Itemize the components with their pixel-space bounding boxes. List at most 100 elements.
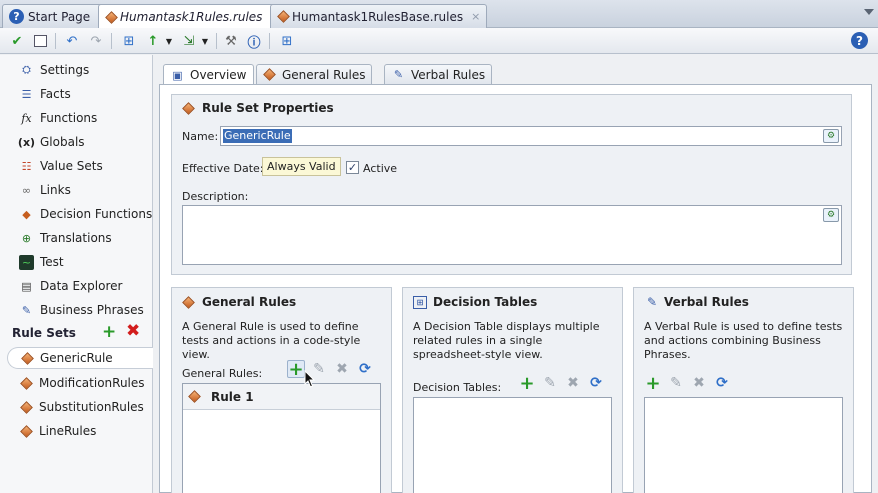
expression-builder-icon[interactable]: ⚙: [823, 129, 839, 143]
delete-ruleset-x-icon[interactable]: ✖: [126, 323, 140, 340]
tab-general-rules[interactable]: General Rules: [256, 64, 373, 84]
sidebar-item-settings[interactable]: ⛭ Settings: [19, 60, 89, 80]
active-checkbox[interactable]: ✓: [346, 161, 359, 174]
panel-title-text: Decision Tables: [433, 295, 538, 309]
redo-icon[interactable]: ↷: [87, 32, 105, 50]
sidebar-item-test[interactable]: ~ Test: [19, 252, 64, 272]
ruleset-icon: [20, 424, 33, 438]
sidebar-item-label: Settings: [40, 63, 90, 77]
tab-label: General Rules: [282, 67, 366, 82]
general-rules-actions: + ✎ ✖ ⟳: [287, 359, 374, 380]
rule-icon: [188, 390, 201, 403]
edit-pencil-icon[interactable]: ✎: [667, 374, 685, 392]
refresh-icon[interactable]: ⟳: [587, 374, 605, 392]
valuesets-icon: ☷: [21, 159, 32, 173]
tab-verbal-rules[interactable]: ✎ Verbal Rules: [384, 64, 493, 84]
description-label: Description:: [182, 190, 249, 203]
tab-label: Start Page: [28, 9, 91, 24]
decision-tables-actions: + ✎ ✖ ⟳: [518, 373, 605, 394]
tab-label: Humantask1RulesBase.rules: [292, 9, 464, 24]
delete-x-icon[interactable]: ✖: [564, 374, 582, 392]
sidebar-item-label: Business Phrases: [40, 303, 144, 317]
add-rule-plus-icon[interactable]: +: [287, 359, 305, 380]
sidebar-item-globals[interactable]: (x) Globals: [17, 132, 85, 152]
chevron-down-icon[interactable]: ▼: [196, 32, 214, 50]
close-icon[interactable]: ×: [471, 10, 480, 23]
add-verbal-rule-plus-icon[interactable]: +: [644, 373, 662, 394]
general-rules-description: A General Rule is used to define tests a…: [182, 320, 361, 361]
effective-date-value[interactable]: Always Valid: [262, 157, 341, 176]
chevron-down-icon[interactable]: ▼: [160, 32, 178, 50]
sidebar-item-facts[interactable]: ☰ Facts: [19, 84, 71, 104]
sidebar-item-data-explorer[interactable]: ▤ Data Explorer: [19, 276, 122, 296]
name-value[interactable]: GenericRule: [223, 129, 292, 143]
ruleset-item-linerules[interactable]: LineRules: [19, 420, 96, 442]
panel-title-text: Verbal Rules: [664, 295, 749, 309]
tab-humantask1rulesbase[interactable]: Humantask1RulesBase.rules ×: [270, 4, 488, 28]
verbal-rules-actions: + ✎ ✖ ⟳: [644, 373, 731, 394]
tree-view-icon[interactable]: ⊞: [120, 32, 138, 50]
ruleset-label: GenericRule: [40, 351, 113, 365]
editor-toolbar: ✔ ↶ ↷ ⊞ ↑ ▼ ⇲ ▼ ⚒ ⓘ ⊞ ?: [0, 28, 878, 54]
globals-icon: (x): [17, 135, 36, 149]
editor-tab-bar: ? Start Page × Humantask1Rules.rules × H…: [0, 0, 878, 29]
delete-x-icon[interactable]: ✖: [333, 360, 351, 378]
decision-tables-list[interactable]: [413, 397, 612, 493]
ruleset-item-genericrule[interactable]: GenericRule: [7, 347, 153, 369]
ruleset-editor: ▣ Overview General Rules ✎ Verbal Rules …: [153, 55, 878, 493]
sidebar-item-functions[interactable]: fx Functions: [19, 108, 97, 128]
sidebar-item-label: Functions: [40, 111, 98, 125]
verbal-rule-icon: ✎: [646, 295, 658, 309]
data-explorer-icon: ▤: [21, 279, 32, 293]
edit-pencil-icon[interactable]: ✎: [541, 374, 559, 392]
sidebar-item-links[interactable]: ∞ Links: [19, 180, 71, 200]
tree-expand-icon[interactable]: ⊞: [278, 32, 296, 50]
panel-title: ✎ Verbal Rules: [644, 295, 749, 309]
expression-builder-icon[interactable]: ⚙: [823, 208, 839, 222]
refresh-icon[interactable]: ⟳: [356, 360, 374, 378]
panel-title-text: Rule Set Properties: [202, 101, 334, 115]
help-icon[interactable]: ?: [851, 32, 868, 49]
toolbar-separator: [111, 33, 112, 49]
rules-navigation-sidebar: ⛭ Settings ☰ Facts fx Functions (x) Glob…: [0, 55, 153, 493]
overview-content: Rule Set Properties Name: GenericRule ⚙ …: [159, 84, 872, 493]
ruleset-item-substitutionrules[interactable]: SubstitutionRules: [19, 396, 144, 418]
description-field[interactable]: ⚙: [182, 205, 842, 265]
ruleset-icon: [20, 400, 33, 414]
sidebar-item-translations[interactable]: ⊕ Translations: [19, 228, 112, 248]
tab-list-dropdown-icon[interactable]: [864, 9, 874, 15]
generate-report-icon[interactable]: [31, 32, 49, 50]
general-rules-list[interactable]: Rule 1: [182, 383, 381, 493]
wrench-icon[interactable]: ⚒: [222, 32, 240, 50]
general-rules-panel: General Rules A General Rule is used to …: [171, 287, 392, 493]
decision-tables-description: A Decision Table displays multiple relat…: [413, 320, 600, 361]
panel-title: General Rules: [182, 295, 296, 309]
sidebar-item-label: Facts: [40, 87, 71, 101]
undo-icon[interactable]: ↶: [63, 32, 81, 50]
add-table-plus-icon[interactable]: +: [518, 373, 536, 394]
ruleset-icon: [21, 351, 34, 365]
sidebar-item-value-sets[interactable]: ☷ Value Sets: [19, 156, 103, 176]
tab-humantask1rules[interactable]: Humantask1Rules.rules ×: [98, 4, 287, 29]
add-ruleset-plus-icon[interactable]: +: [102, 324, 116, 341]
delete-x-icon[interactable]: ✖: [690, 374, 708, 392]
list-item[interactable]: Rule 1: [183, 384, 380, 410]
verbal-rules-list[interactable]: [644, 397, 843, 493]
translation-icon: ⊕: [21, 231, 32, 245]
validate-checkmark-icon[interactable]: ✔: [8, 32, 26, 50]
test-icon: ~: [19, 254, 34, 270]
ruleset-item-modificationrules[interactable]: ModificationRules: [19, 372, 145, 394]
name-field[interactable]: GenericRule ⚙: [220, 126, 842, 146]
info-icon[interactable]: ⓘ: [245, 32, 263, 51]
tab-label: Overview: [190, 68, 247, 82]
toolbar-separator: [216, 33, 217, 49]
refresh-icon[interactable]: ⟳: [713, 374, 731, 392]
mouse-pointer-icon: [304, 370, 316, 388]
facts-icon: ☰: [21, 87, 32, 101]
sidebar-item-decision-functions[interactable]: ◆ Decision Functions: [19, 204, 152, 224]
sidebar-item-label: Translations: [40, 231, 112, 245]
verbal-rules-panel: ✎ Verbal Rules A Verbal Rule is used to …: [633, 287, 854, 493]
decision-tables-list-label: Decision Tables:: [413, 381, 502, 394]
sidebar-item-business-phrases[interactable]: ✎ Business Phrases: [19, 300, 144, 320]
tab-overview[interactable]: ▣ Overview: [163, 64, 254, 85]
